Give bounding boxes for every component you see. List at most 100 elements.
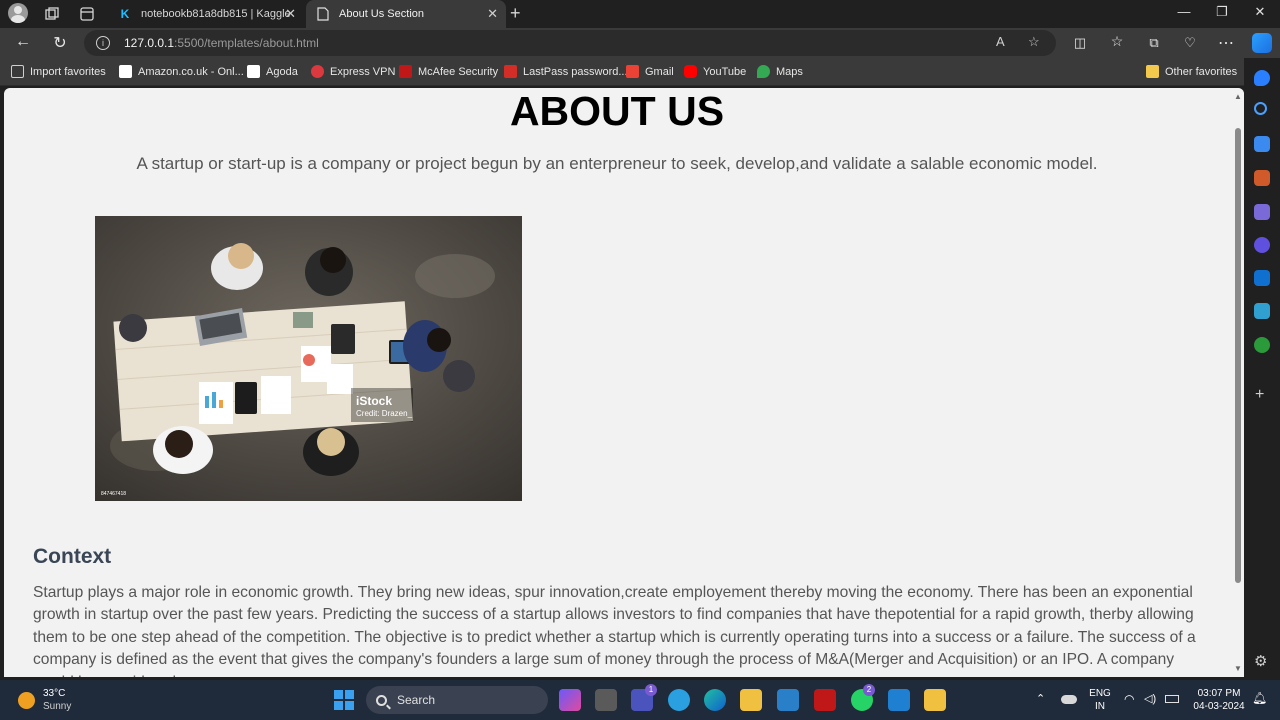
favorites-bar: Import favorites Amazon.co.uk - Onl... A… bbox=[0, 58, 1280, 86]
collections-icon[interactable]: ⧉ bbox=[1144, 35, 1164, 51]
fav-label: Maps bbox=[776, 65, 803, 78]
windows-start-icon[interactable] bbox=[334, 690, 354, 710]
mcafee-icon bbox=[399, 65, 412, 78]
drop-icon[interactable] bbox=[1254, 303, 1270, 319]
fav-mcafee[interactable]: McAfee Security bbox=[399, 65, 498, 78]
team-meeting-photo: iStock Credit: Drazen_ 847467418 bbox=[95, 216, 522, 501]
fav-gmail[interactable]: Gmail bbox=[626, 65, 674, 78]
profile-avatar-icon[interactable] bbox=[8, 3, 28, 23]
folder-icon bbox=[1146, 65, 1159, 78]
site-info-icon[interactable]: i bbox=[96, 36, 110, 50]
clock-date: 04-03-2024 bbox=[1193, 701, 1245, 712]
close-tab-icon[interactable]: ✕ bbox=[487, 6, 498, 22]
sidebar-settings-gear-icon[interactable]: ⚙ bbox=[1254, 652, 1267, 670]
add-sidebar-icon[interactable]: + bbox=[1255, 386, 1264, 404]
fav-import-favorites[interactable]: Import favorites bbox=[11, 65, 106, 78]
url-host: 127.0.0.1 bbox=[124, 36, 175, 50]
fav-amazon[interactable]: Amazon.co.uk - Onl... bbox=[119, 65, 244, 78]
fav-agoda[interactable]: Agoda bbox=[247, 65, 298, 78]
browser-essentials-icon[interactable]: ♡ bbox=[1180, 35, 1200, 51]
fav-label: LastPass password... bbox=[523, 65, 628, 78]
close-window-icon[interactable]: ✕ bbox=[1250, 4, 1270, 20]
weather-description: Sunny bbox=[43, 701, 72, 712]
about-page: ABOUT US A startup or start-up is a comp… bbox=[4, 88, 1232, 677]
fav-maps[interactable]: Maps bbox=[757, 65, 803, 78]
fav-express-vpn[interactable]: Express VPN bbox=[311, 65, 395, 78]
vscode-icon[interactable] bbox=[888, 689, 910, 711]
tools-icon[interactable] bbox=[1254, 170, 1270, 186]
fav-lastpass[interactable]: LastPass password... bbox=[504, 65, 628, 78]
copilot-sidebar-icon[interactable] bbox=[1254, 237, 1270, 253]
onedrive-cloud-icon[interactable] bbox=[1061, 695, 1077, 704]
back-icon[interactable]: ← bbox=[13, 33, 33, 51]
fav-label: Gmail bbox=[645, 65, 674, 78]
taskbar-search[interactable]: Search bbox=[366, 686, 548, 714]
more-options-icon[interactable]: ⋯ bbox=[1216, 33, 1236, 53]
fav-youtube[interactable]: YouTube bbox=[684, 65, 746, 78]
search-sidebar-icon[interactable] bbox=[1254, 102, 1267, 115]
outlook-icon[interactable] bbox=[1254, 270, 1270, 286]
close-tab-icon[interactable]: ✕ bbox=[285, 6, 296, 22]
tab-about-us[interactable]: About Us Section ✕ bbox=[306, 0, 506, 28]
mcafee-app-icon[interactable] bbox=[814, 689, 836, 711]
maximize-icon[interactable]: ❐ bbox=[1212, 4, 1232, 20]
refresh-icon[interactable]: ↻ bbox=[50, 33, 70, 53]
search-icon bbox=[376, 694, 387, 706]
games-icon[interactable] bbox=[1254, 204, 1270, 220]
page-title: ABOUT US bbox=[509, 88, 725, 134]
wifi-icon[interactable]: ◠ bbox=[1124, 692, 1134, 706]
context-paragraph: Startup plays a major role in economic g… bbox=[33, 584, 1196, 677]
browser-tab-bar: K notebookb81a8db815 | Kaggle ✕ About Us… bbox=[0, 0, 1280, 28]
kaggle-icon: K bbox=[120, 7, 130, 21]
cortana-icon[interactable] bbox=[668, 689, 690, 711]
teams-badge: 1 bbox=[645, 684, 657, 696]
task-view-icon[interactable] bbox=[595, 689, 617, 711]
page-scrollbar[interactable]: ▲ ▼ bbox=[1232, 88, 1244, 677]
copilot-icon[interactable] bbox=[1252, 33, 1272, 53]
expressvpn-icon bbox=[311, 65, 324, 78]
url-path: :5500/templates/about.html bbox=[174, 36, 319, 50]
shopping-tag-icon[interactable] bbox=[1254, 136, 1270, 152]
tab-kaggle[interactable]: K notebookb81a8db815 | Kaggle ✕ bbox=[108, 0, 304, 28]
workspaces-icon[interactable] bbox=[42, 4, 62, 24]
whatsapp-badge: 2 bbox=[863, 684, 875, 696]
language-primary[interactable]: ENG bbox=[1088, 688, 1112, 699]
image-id: 847467418 bbox=[101, 491, 126, 497]
show-hidden-icons-icon[interactable]: ⌃ bbox=[1036, 692, 1045, 705]
minimize-icon[interactable]: — bbox=[1174, 4, 1194, 19]
scroll-down-icon[interactable]: ▼ bbox=[1234, 664, 1242, 673]
page-icon bbox=[316, 7, 330, 21]
amazon-icon bbox=[119, 65, 132, 78]
address-bar[interactable]: i 127.0.0.1:5500/templates/about.html A … bbox=[84, 30, 1056, 56]
import-icon bbox=[11, 65, 24, 78]
new-tab-icon[interactable]: + bbox=[510, 3, 521, 24]
tree-icon[interactable] bbox=[1254, 337, 1270, 353]
fav-other-favorites[interactable]: Other favorites bbox=[1146, 65, 1237, 78]
file-explorer-icon[interactable] bbox=[740, 689, 762, 711]
istock-watermark: iStock bbox=[356, 394, 392, 408]
scroll-up-icon[interactable]: ▲ bbox=[1234, 92, 1242, 101]
notification-bell-icon[interactable] bbox=[1254, 70, 1270, 86]
scrollbar-thumb[interactable] bbox=[1235, 128, 1241, 583]
split-screen-icon[interactable]: ◫ bbox=[1070, 35, 1090, 51]
sun-weather-icon[interactable] bbox=[18, 692, 35, 709]
copilot-app-icon[interactable] bbox=[559, 689, 581, 711]
lastpass-icon bbox=[504, 65, 517, 78]
language-secondary: IN bbox=[1095, 701, 1105, 712]
fav-label: Import favorites bbox=[30, 65, 106, 78]
notification-center-icon[interactable]: 🔔︎ bbox=[1252, 691, 1267, 705]
folder-app-icon[interactable] bbox=[924, 689, 946, 711]
volume-icon[interactable]: ◁) bbox=[1144, 692, 1156, 705]
fav-label: Amazon.co.uk - Onl... bbox=[138, 65, 244, 78]
youtube-icon bbox=[684, 65, 697, 78]
tab-actions-icon[interactable] bbox=[77, 4, 97, 24]
clock-time[interactable]: 03:07 PM bbox=[1188, 688, 1250, 699]
favorites-icon[interactable]: ☆ bbox=[1107, 33, 1127, 50]
image-credit: Credit: Drazen_ bbox=[356, 409, 413, 418]
favorite-star-icon[interactable]: ☆ bbox=[1028, 34, 1040, 50]
read-aloud-icon[interactable]: A bbox=[996, 34, 1005, 49]
mysql-icon[interactable] bbox=[777, 689, 799, 711]
fav-label: Express VPN bbox=[330, 65, 396, 78]
battery-icon[interactable] bbox=[1165, 695, 1179, 703]
edge-browser-icon[interactable] bbox=[704, 689, 726, 711]
